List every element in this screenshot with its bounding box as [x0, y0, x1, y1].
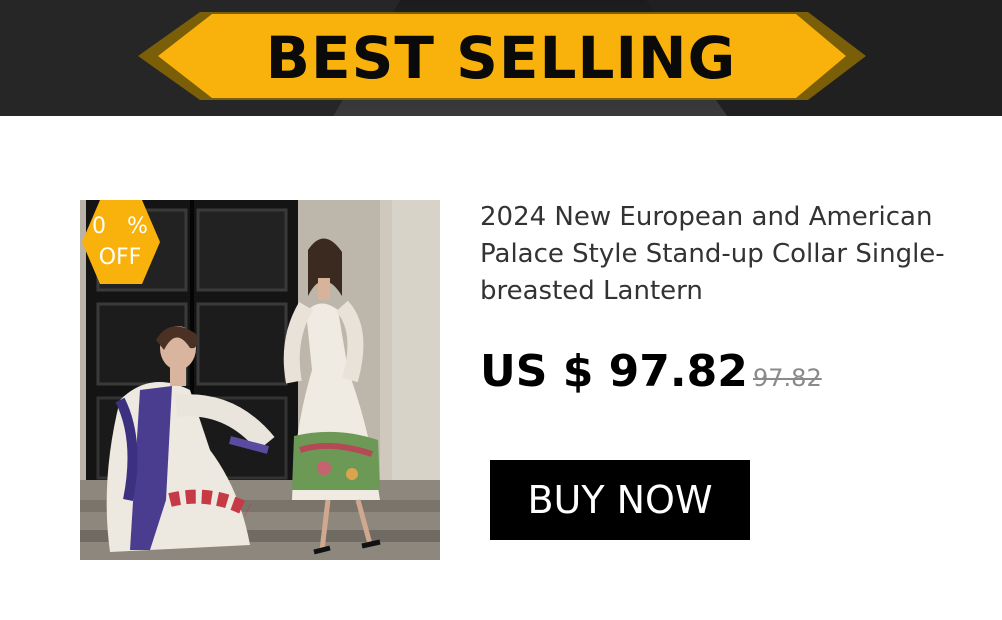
discount-badge: 0 % OFF [80, 200, 160, 284]
current-price: US $ 97.82 [480, 346, 748, 397]
discount-off-label: OFF [98, 245, 142, 270]
best-selling-banner: BEST SELLING [0, 0, 1002, 116]
discount-percentage: 0 % [80, 214, 160, 239]
buy-now-button[interactable]: BUY NOW [490, 460, 750, 540]
original-price: 97.82 [753, 364, 822, 392]
discount-value: 0 [92, 214, 107, 239]
hexagon-badge-icon [82, 200, 160, 284]
discount-percent-sign: % [127, 214, 148, 239]
product-title[interactable]: 2024 New European and American Palace St… [480, 199, 950, 310]
banner-title: BEST SELLING [265, 24, 737, 92]
